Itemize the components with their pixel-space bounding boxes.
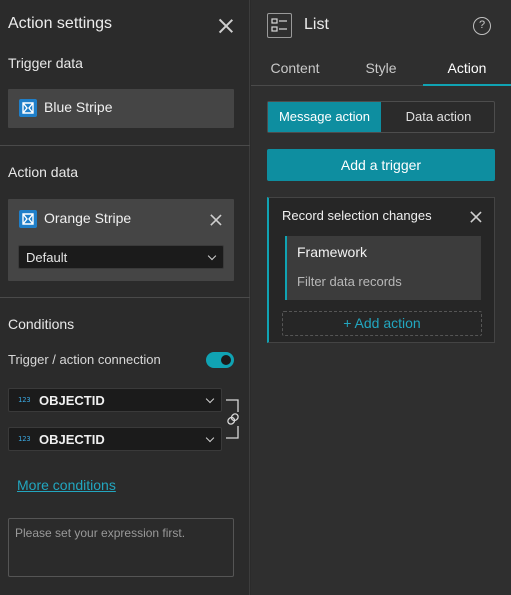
remove-trigger-icon[interactable] [470,211,483,224]
action-target-title: Framework [297,244,368,260]
datasource-icon [19,99,37,117]
divider [0,297,250,298]
chevron-down-icon [205,433,215,443]
link-icon[interactable] [226,398,242,440]
conditions-label: Conditions [8,316,75,332]
connection-toggle[interactable] [206,352,234,368]
trigger-datasource[interactable]: Blue Stripe [8,89,234,128]
action-data-label: Action data [8,164,79,180]
trigger-field-select[interactable]: 123 OBJECTID [8,388,222,412]
toggle-knob [221,355,231,365]
widget-title: List [304,16,329,33]
tab-content[interactable]: Content [251,60,339,86]
remove-datasource-icon[interactable] [210,214,223,227]
panel-title: Action settings [8,15,113,32]
number-type-icon: 123 [18,396,31,404]
add-action-button[interactable]: + Add action [282,311,482,336]
chevron-down-icon [205,394,215,404]
trigger-card: Record selection changes Framework Filte… [267,197,495,343]
action-field-name: OBJECTID [39,432,105,447]
action-settings-panel: Action settings Trigger data Blue Stripe… [0,0,250,595]
trigger-card-title: Record selection changes [282,208,432,223]
action-type-switch: Message action Data action [267,101,495,133]
chevron-down-icon [207,251,217,261]
number-type-icon: 123 [18,435,31,443]
tab-action[interactable]: Action [423,60,511,86]
close-icon[interactable] [218,18,234,34]
data-action-button[interactable]: Data action [383,102,494,132]
list-icon [267,13,292,38]
divider [0,145,250,146]
action-item[interactable]: Framework Filter data records [285,236,481,300]
action-datasource: Orange Stripe Default [8,199,234,281]
datasource-icon [19,210,37,228]
action-datasource-name: Orange Stripe [44,210,132,226]
more-conditions-link[interactable]: More conditions [17,477,116,493]
expression-box[interactable]: Please set your expression first. [8,518,234,577]
trigger-datasource-name: Blue Stripe [44,99,113,115]
view-select-value: Default [26,250,68,265]
message-action-button[interactable]: Message action [268,102,381,132]
tab-style[interactable]: Style [339,60,423,86]
add-trigger-button[interactable]: Add a trigger [267,149,495,181]
trigger-data-label: Trigger data [8,55,83,71]
panel-header: Action settings [8,15,236,37]
connection-label: Trigger / action connection [8,352,161,367]
settings-tabs: Content Style Action [251,56,511,86]
widget-settings-panel: List ? Content Style Action Message acti… [251,0,511,595]
action-target-description: Filter data records [297,274,402,289]
action-field-select[interactable]: 123 OBJECTID [8,427,222,451]
view-select[interactable]: Default [18,245,224,269]
trigger-field-name: OBJECTID [39,393,105,408]
help-icon[interactable]: ? [473,17,491,35]
